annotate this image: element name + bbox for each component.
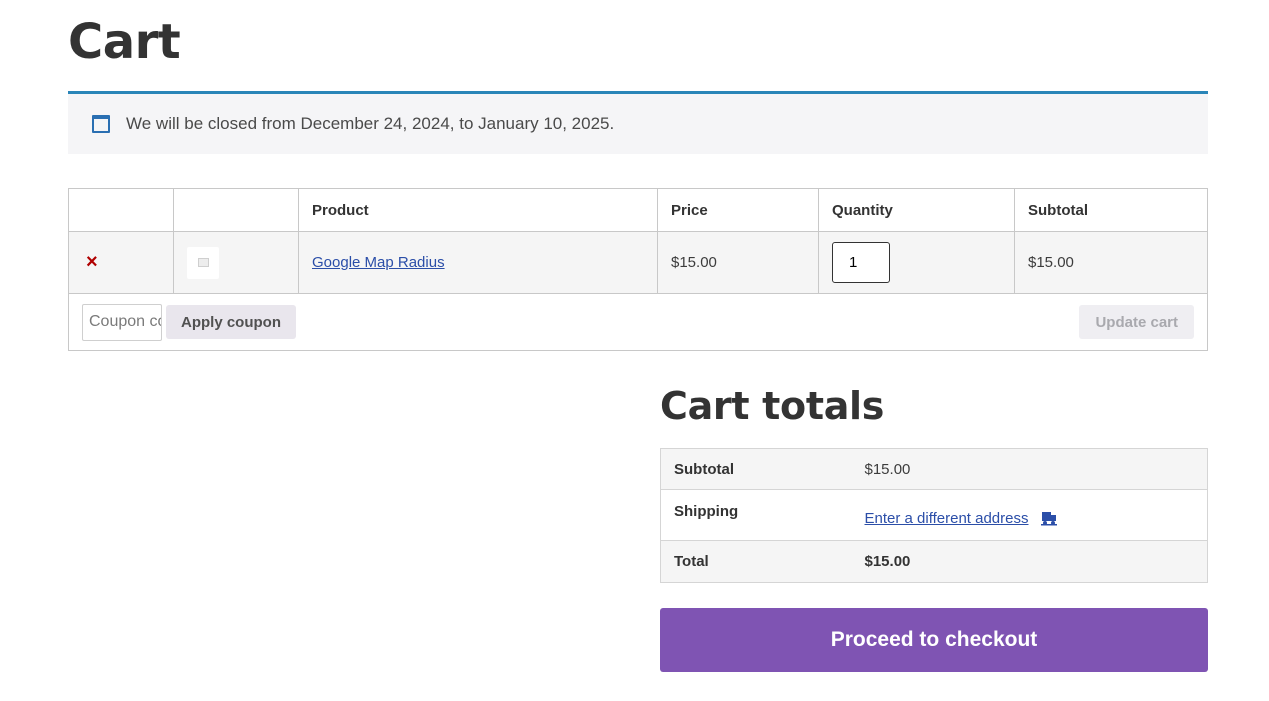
shipping-calculator-link[interactable]: Enter a different address [865, 510, 1029, 527]
quantity-cell [818, 231, 1015, 294]
cart-actions: Apply coupon Update cart [68, 293, 1208, 351]
product-name-link[interactable]: Google Map Radius [312, 254, 445, 271]
store-closed-notice: We will be closed from December 24, 2024… [68, 91, 1208, 154]
total-value: $15.00 [851, 540, 1208, 583]
calendar-icon [92, 115, 110, 133]
header-remove [68, 188, 174, 232]
notice-text: We will be closed from December 24, 2024… [126, 114, 615, 133]
header-quantity: Quantity [818, 188, 1015, 232]
apply-coupon-button[interactable]: Apply coupon [166, 305, 296, 339]
price-cell: $15.00 [657, 231, 819, 294]
cart-table-header: Product Price Quantity Subtotal [68, 188, 1208, 232]
header-subtotal: Subtotal [1014, 188, 1208, 232]
header-thumbnail [173, 188, 299, 232]
product-cell: Google Map Radius [298, 231, 658, 294]
subtotal-value: $15.00 [851, 448, 1208, 490]
subtotal-row: Subtotal $15.00 [660, 448, 1208, 490]
product-thumbnail[interactable] [187, 246, 219, 279]
remove-cell: × [68, 231, 174, 294]
proceed-to-checkout-button[interactable]: Proceed to checkout [660, 608, 1208, 672]
subtotal-label: Subtotal [660, 448, 852, 490]
thumbnail-cell [173, 231, 299, 294]
remove-item-icon[interactable]: × [86, 251, 98, 274]
header-product: Product [298, 188, 658, 232]
cart-table: Product Price Quantity Subtotal × Google… [68, 188, 1208, 351]
cart-totals-table: Subtotal $15.00 Shipping Enter a differe… [660, 448, 1208, 583]
subtotal-cell: $15.00 [1014, 231, 1208, 294]
header-price: Price [657, 188, 819, 232]
shipping-cell: Enter a different address [851, 489, 1208, 541]
cart-actions-row: Apply coupon Update cart [68, 293, 1208, 351]
image-placeholder-icon [197, 258, 209, 267]
quantity-input[interactable] [832, 242, 890, 283]
shipping-label: Shipping [660, 489, 852, 541]
truck-icon[interactable] [1040, 511, 1058, 526]
shipping-row: Shipping Enter a different address [660, 489, 1208, 541]
page-title: Cart [68, 14, 181, 70]
total-label: Total [660, 540, 852, 583]
cart-totals-title: Cart totals [660, 384, 885, 428]
coupon-code-input[interactable] [82, 303, 162, 341]
total-row: Total $15.00 [660, 540, 1208, 583]
update-cart-button[interactable]: Update cart [1079, 305, 1194, 339]
coupon-group: Apply coupon [82, 303, 296, 341]
table-row: × Google Map Radius $15.00 $15.00 [68, 231, 1208, 294]
